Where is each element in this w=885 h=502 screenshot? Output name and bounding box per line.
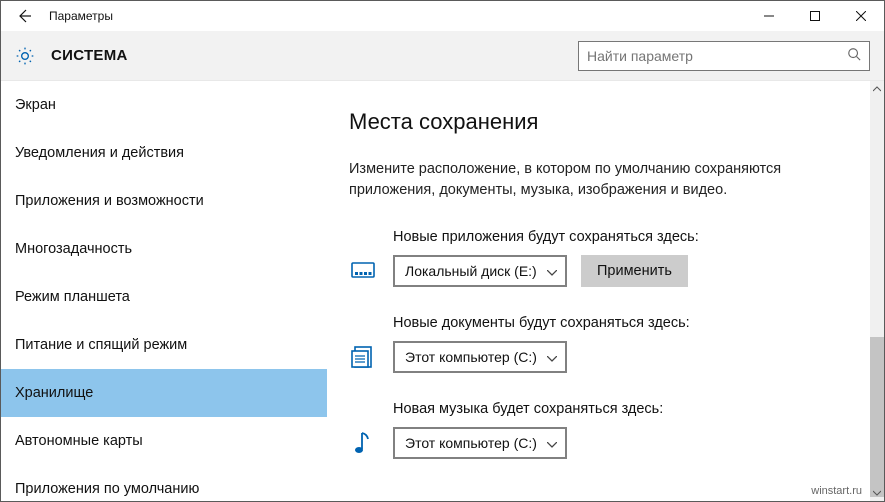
music-location-dropdown[interactable]: Этот компьютер (C:) (393, 427, 567, 459)
sidebar-item-label: Хранилище (15, 385, 93, 401)
section-title: СИСТЕМА (51, 47, 128, 64)
window-title: Параметры (49, 9, 113, 23)
page-subtitle: Измените расположение, в котором по умол… (349, 159, 789, 201)
search-box[interactable] (578, 41, 870, 71)
row-label: Новые приложения будут сохраняться здесь… (393, 229, 848, 245)
save-location-row-music: Новая музыка будет сохраняться здесь: Эт… (349, 401, 848, 459)
scroll-thumb[interactable] (870, 337, 884, 497)
sidebar-item-apps-features[interactable]: Приложения и возможности (1, 177, 327, 225)
close-icon (856, 11, 866, 21)
watermark: winstart.ru (811, 485, 862, 497)
scroll-down-icon[interactable] (870, 485, 884, 501)
sidebar-item-label: Питание и спящий режим (15, 337, 187, 353)
apply-button[interactable]: Применить (581, 255, 688, 287)
row-controls: Локальный диск (E:) Применить (349, 255, 848, 287)
body: Экран Уведомления и действия Приложения … (1, 81, 884, 501)
back-button[interactable] (1, 1, 47, 31)
documents-location-dropdown[interactable]: Этот компьютер (C:) (393, 341, 567, 373)
search-input[interactable] (587, 48, 847, 64)
scroll-up-icon[interactable] (870, 81, 884, 97)
back-arrow-icon (16, 8, 32, 24)
sidebar-item-storage[interactable]: Хранилище (1, 369, 327, 417)
sidebar-item-tablet-mode[interactable]: Режим планшета (1, 273, 327, 321)
row-label: Новые документы будут сохраняться здесь: (393, 315, 848, 331)
sidebar-item-label: Режим планшета (15, 289, 130, 305)
scrollbar[interactable] (870, 81, 884, 501)
apps-location-dropdown[interactable]: Локальный диск (E:) (393, 255, 567, 287)
apps-icon (349, 261, 377, 281)
sidebar-item-label: Уведомления и действия (15, 145, 184, 161)
sidebar-item-power-sleep[interactable]: Питание и спящий режим (1, 321, 327, 369)
minimize-button[interactable] (746, 1, 792, 31)
dropdown-value: Этот компьютер (C:) (405, 435, 537, 451)
content-pane: Места сохранения Измените расположение, … (327, 81, 884, 501)
sidebar-item-label: Многозадачность (15, 241, 132, 257)
sidebar-item-label: Приложения и возможности (15, 193, 204, 209)
sidebar: Экран Уведомления и действия Приложения … (1, 81, 327, 501)
sidebar-item-multitasking[interactable]: Многозадачность (1, 225, 327, 273)
sidebar-item-default-apps[interactable]: Приложения по умолчанию (1, 465, 327, 501)
maximize-button[interactable] (792, 1, 838, 31)
settings-window: Параметры СИСТЕМА Экран Увед (0, 0, 885, 502)
window-controls (746, 1, 884, 31)
maximize-icon (810, 11, 820, 21)
chevron-down-icon (547, 349, 557, 365)
sidebar-item-notifications[interactable]: Уведомления и действия (1, 129, 327, 177)
music-icon (349, 431, 377, 455)
sidebar-item-label: Экран (15, 97, 56, 113)
chevron-down-icon (547, 435, 557, 451)
close-button[interactable] (838, 1, 884, 31)
documents-icon (349, 346, 377, 368)
row-label: Новая музыка будет сохраняться здесь: (393, 401, 848, 417)
sidebar-item-offline-maps[interactable]: Автономные карты (1, 417, 327, 465)
titlebar: Параметры (1, 1, 884, 31)
dropdown-value: Локальный диск (E:) (405, 263, 537, 279)
save-location-row-apps: Новые приложения будут сохраняться здесь… (349, 229, 848, 287)
dropdown-value: Этот компьютер (C:) (405, 349, 537, 365)
row-controls: Этот компьютер (C:) (349, 427, 848, 459)
gear-icon (15, 46, 35, 66)
chevron-down-icon (547, 263, 557, 279)
sidebar-item-label: Автономные карты (15, 433, 143, 449)
page-title: Места сохранения (349, 109, 848, 135)
apply-label: Применить (597, 263, 672, 279)
search-icon (847, 47, 861, 66)
sidebar-item-display[interactable]: Экран (1, 81, 327, 129)
header-bar: СИСТЕМА (1, 31, 884, 81)
minimize-icon (764, 11, 774, 21)
save-location-row-documents: Новые документы будут сохраняться здесь:… (349, 315, 848, 373)
row-controls: Этот компьютер (C:) (349, 341, 848, 373)
sidebar-item-label: Приложения по умолчанию (15, 481, 199, 497)
